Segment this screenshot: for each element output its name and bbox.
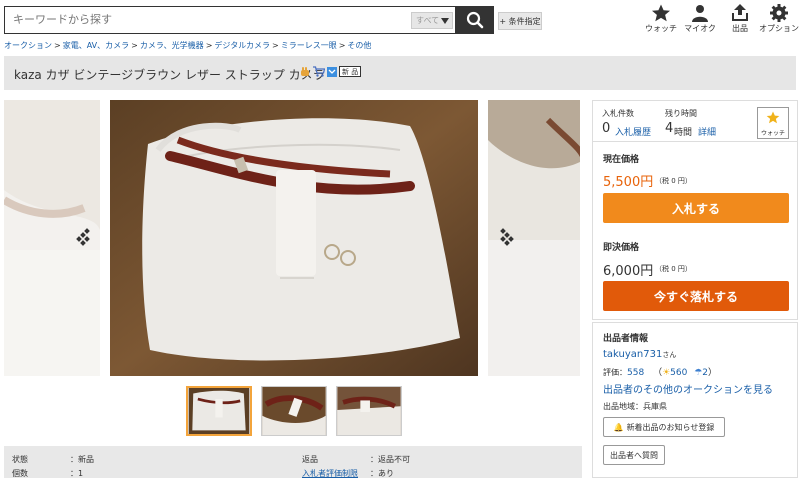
bid-count-value: 0 [602,121,611,136]
thumbnail[interactable] [186,386,252,436]
info-key: 状態 [12,455,28,464]
thumbnail-strip [186,386,402,436]
breadcrumb-separator: > [205,41,213,50]
chevron-right-icon[interactable] [494,228,514,248]
breadcrumb-item[interactable]: オークション [4,41,52,50]
search-icon [466,11,484,29]
star-icon [652,4,670,22]
breadcrumb-separator: > [54,41,61,50]
buyout-price-value: 6,000円 [603,264,654,279]
chevron-left-icon[interactable] [76,228,96,248]
buyout-button[interactable]: 今すぐ落札する [603,281,789,311]
search-box: すべて [4,6,456,34]
breadcrumb-item[interactable]: その他 [347,41,371,50]
item-info-table: 状態 ：新品 返品 ：返品不可 個数 ：1 入札者評価制限 ：あり [4,446,582,478]
info-value: ：新品 [70,455,94,464]
rating-label: 評価： [603,368,627,377]
seller-name-row: takuyan731さん [603,349,676,360]
header-sell-label: 出品 [732,24,748,33]
title-icons: 新 品 [300,66,362,77]
thumbnail[interactable] [261,386,327,436]
cart-icon [313,66,325,77]
time-detail-link[interactable]: 詳細 [698,125,716,138]
other-auctions-link[interactable]: 出品者のその他のオークションを見る [603,381,773,396]
header-watch-label: ウォッチ [645,24,677,33]
bidder-restriction-link[interactable]: 入札者評価制限 [302,468,358,479]
breadcrumb-item[interactable]: 家電、AV、カメラ [63,41,129,50]
good-rating-count[interactable]: 560 [670,368,687,378]
header-options[interactable]: オプション [759,4,799,34]
header-myauction[interactable]: マイオク [680,4,720,34]
chevron-down-icon [441,18,449,24]
breadcrumb-item[interactable]: ミラーレス一眼 [281,41,337,50]
star-icon [766,111,780,124]
search-button[interactable] [456,6,494,34]
payment-icon [327,66,337,77]
info-row: 個数 ：1 入札者評価制限 ：あり [4,468,582,482]
watch-button-label: ウォッチ [760,130,785,137]
breadcrumb: オークション > 家電、AV、カメラ > カメラ、光学機器 > デジタルカメラ > ミラーレス一… [4,40,371,51]
bid-status-box: 入札件数 0 入札履歴 残り時間 4 時間 詳細 ウォッチ [592,100,798,142]
current-price-value: 5,500円 [603,175,654,190]
info-key: 個数 [12,469,28,478]
info-value: ：あり [370,469,394,478]
condition-button[interactable]: + 条件指定 [498,12,542,30]
search-input[interactable] [5,7,405,33]
title-bar: kaza カザ ビンテージブラウン レザー ストラップ カメラ 新 品 [4,56,796,90]
seller-heading: 出品者情報 [603,334,649,344]
seller-region: 出品地域：兵庫県 [603,401,667,412]
hand-icon [301,67,309,76]
bid-history-link[interactable]: 入札履歴 [615,125,651,138]
person-icon [692,5,708,22]
seller-rating-row: 評価：558 （☀560 ☂2） [603,368,718,378]
header-watch[interactable]: ウォッチ [641,4,681,34]
upload-icon [732,4,748,21]
time-left-label: 残り時間 [665,109,697,118]
breadcrumb-item[interactable]: カメラ、光学機器 [140,41,204,50]
bell-icon: 🔔 [613,422,624,432]
bid-button[interactable]: 入札する [603,193,789,223]
bid-count-label: 入札件数 [602,109,634,118]
main-product-image[interactable] [110,100,478,376]
breadcrumb-separator: > [131,41,138,50]
page-title: kaza カザ ビンテージブラウン レザー ストラップ カメラ [14,68,325,82]
info-row: 状態 ：新品 返品 ：返品不可 [4,454,582,468]
new-badge: 新 品 [339,66,362,77]
ask-seller-button[interactable]: 出品者へ質問 [603,445,665,465]
watch-button[interactable]: ウォッチ [757,107,789,139]
seller-info-box: 出品者情報 takuyan731さん 評価：558 （☀560 ☂2） 出品者の… [592,322,798,478]
breadcrumb-separator: > [272,41,279,50]
price-box: 現在価格 5,500円 （税 0 円） 入札する 即決価格 6,000円 （税 … [592,142,798,320]
category-select[interactable]: すべて [411,12,453,29]
seller-name-link[interactable]: takuyan731 [603,349,662,360]
current-price-label: 現在価格 [603,155,640,165]
time-left-value: 4 [665,121,674,136]
category-select-label: すべて [416,16,440,25]
header-options-label: オプション [759,24,799,33]
gear-icon [770,4,788,22]
info-value: ：返品不可 [370,455,410,464]
region-value: 兵庫県 [643,402,667,411]
region-label: 出品地域： [603,402,643,411]
header: すべて + 条件指定 ウォッチ マイオク 出品 [0,0,800,38]
info-key: 返品 [302,455,318,464]
breadcrumb-separator: > [338,41,346,50]
notify-new-label: 新着出品のお知らせ登録 [626,422,715,432]
image-gallery [4,100,580,378]
thumbnail[interactable] [336,386,402,436]
notify-new-button[interactable]: 🔔 新着出品のお知らせ登録 [603,417,725,437]
seller-name-suffix: さん [662,351,677,359]
sun-icon: ☀ [662,368,671,378]
rating-link[interactable]: 558 [627,368,644,378]
breadcrumb-item[interactable]: デジタルカメラ [214,41,270,50]
header-sell[interactable]: 出品 [720,4,760,34]
current-price-tax: （税 0 円） [655,177,692,185]
buyout-price-label: 即決価格 [603,243,640,253]
header-myauction-label: マイオク [684,24,716,33]
buyout-price-tax: （税 0 円） [655,265,692,273]
time-left-unit: 時間 [674,128,693,138]
info-value: ：1 [70,469,84,478]
